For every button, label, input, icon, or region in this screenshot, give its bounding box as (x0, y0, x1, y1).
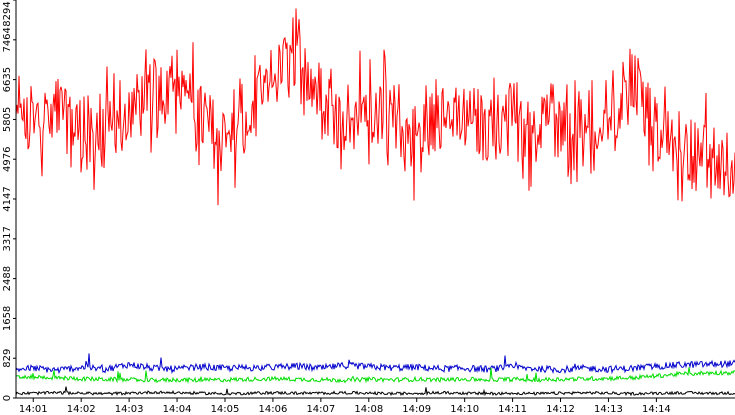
y-tick-label: 4147 (2, 186, 13, 211)
x-tick-label: 14:14 (642, 404, 671, 415)
line-chart: 0 829 1658 2488 3317 4147 4976 5805 6635 74648294… (0, 0, 735, 415)
x-tick-label: 14:07 (306, 404, 335, 415)
x-tick-label: 14:12 (546, 404, 575, 415)
y-tick-label: 4976 (2, 146, 13, 171)
y-tick-label: 2488 (2, 266, 13, 291)
y-tick-label: 5805 (2, 107, 13, 132)
y-tick-label: 829 (2, 349, 13, 368)
x-tick-label: 14:11 (498, 404, 527, 415)
y-tick-label: 1658 (2, 306, 13, 331)
y-tick-label: 8294 (2, 1, 13, 26)
x-tick-label: 14:08 (354, 404, 383, 415)
x-tick-label: 14:02 (67, 404, 96, 415)
x-tick-label: 14:13 (594, 404, 623, 415)
x-tick-label: 14:03 (115, 404, 144, 415)
x-tick-label: 14:05 (211, 404, 240, 415)
y-tick-label: 6635 (2, 67, 13, 92)
x-tick-label: 14:04 (163, 404, 192, 415)
x-tick-label: 14:01 (19, 404, 48, 415)
x-tick-label: 14:09 (402, 404, 431, 415)
chart-background (0, 0, 735, 415)
x-tick-label: 14:06 (259, 404, 288, 415)
x-tick-label: 14:10 (450, 404, 479, 415)
y-tick-label: 7464 (2, 27, 13, 52)
y-tick-label: 0 (2, 395, 13, 401)
y-tick-label: 3317 (2, 226, 13, 251)
